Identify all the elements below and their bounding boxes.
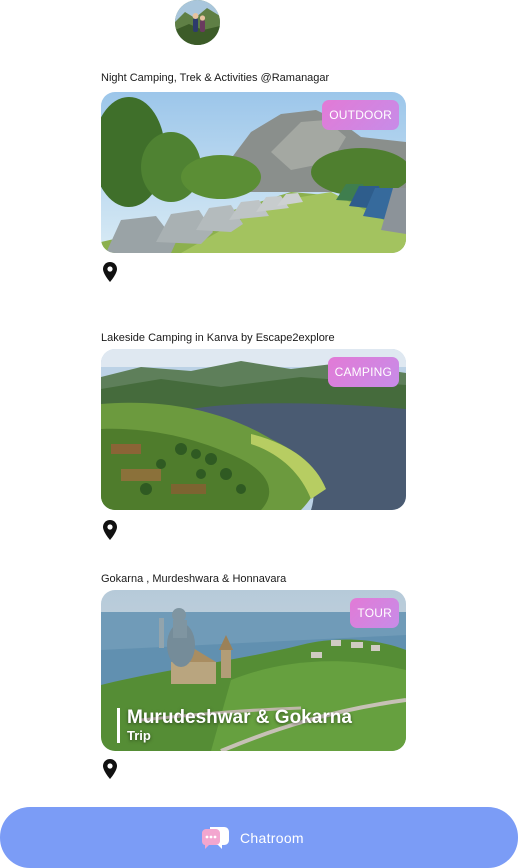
- chatroom-button[interactable]: Chatroom: [200, 822, 304, 854]
- overlay-subtitle: Trip: [127, 728, 151, 743]
- card-title[interactable]: Gokarna , Murdeshwara & Honnavara: [101, 573, 286, 585]
- category-tag: CAMPING: [327, 357, 399, 387]
- avatar[interactable]: [175, 0, 220, 45]
- image-overlay-title: Murudeshwar & Gokarna Trip: [117, 708, 352, 743]
- card-image-murudeshwar[interactable]: TOUR Murudeshwar & Gokarna Trip: [101, 590, 406, 751]
- category-tag: TOUR: [350, 598, 399, 628]
- chat-bubble-icon: [202, 827, 229, 849]
- location-pin-icon[interactable]: [103, 262, 117, 282]
- card-title[interactable]: Lakeside Camping in Kanva by Escape2expl…: [101, 332, 335, 344]
- category-tag: OUTDOOR: [322, 100, 399, 130]
- overlay-main-title: Murudeshwar & Gokarna: [127, 707, 352, 728]
- card-title[interactable]: Night Camping, Trek & Activities @Ramana…: [101, 72, 329, 84]
- chatroom-bar: Chatroom: [0, 807, 518, 868]
- card-image-kanva-lake[interactable]: CAMPING: [101, 349, 406, 510]
- chatroom-label: Chatroom: [240, 830, 304, 846]
- location-pin-icon[interactable]: [103, 520, 117, 540]
- card-image-camping-ramanagar[interactable]: OUTDOOR: [101, 92, 406, 253]
- location-pin-icon[interactable]: [103, 759, 117, 779]
- page: Night Camping, Trek & Activities @Ramana…: [0, 0, 518, 868]
